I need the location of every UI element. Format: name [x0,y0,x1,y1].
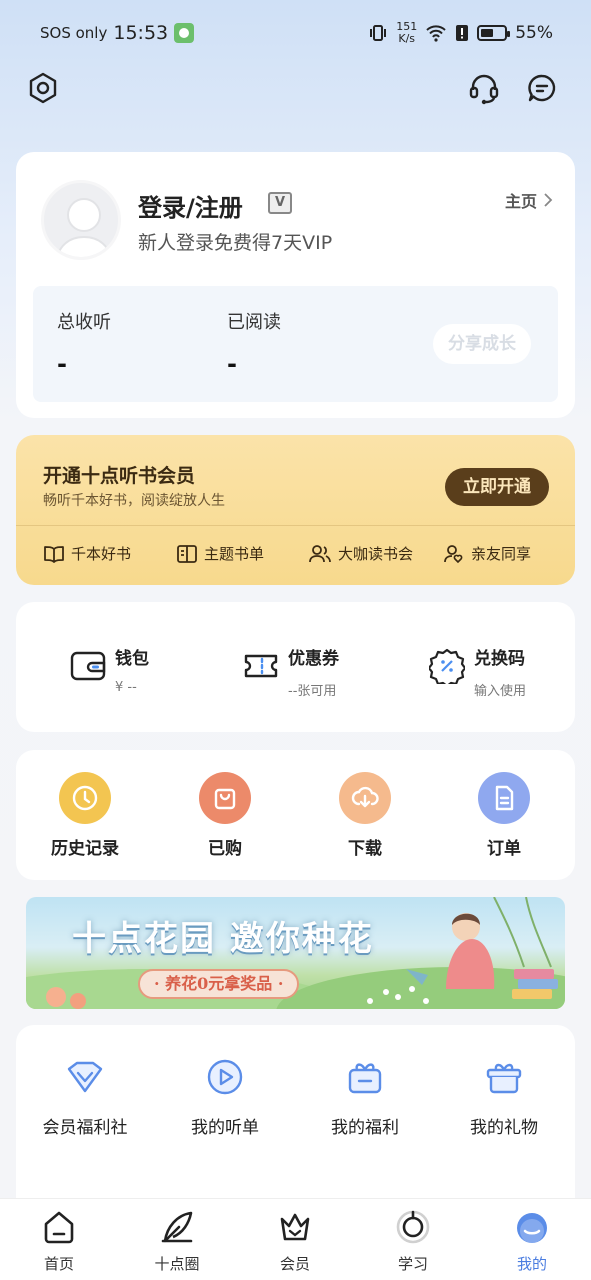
read-label: 已阅读 [227,312,281,333]
gift-box-icon [348,1063,382,1094]
nav-study[interactable]: 学习 [373,1209,453,1274]
history-button[interactable]: 历史记录 [35,772,135,859]
vip-subtitle: 畅听千本好书，阅读绽放人生 [43,493,225,509]
app-notification-icon [174,23,195,43]
vip-feature-family-share[interactable]: 亲友同享 [443,543,531,564]
nav-me[interactable]: 我的 [492,1209,572,1274]
share-growth-button[interactable]: 分享成长 [433,324,531,364]
total-listen-value: - [57,350,67,378]
carrier-text: SOS only [40,24,108,42]
battery-percent: 55% [515,23,553,43]
my-benefits-button[interactable]: 我的福利 [300,1057,430,1138]
wifi-icon [426,25,446,42]
profile-icon [517,1213,547,1243]
banner-promo-pill: · 养花0元拿奖品 · [138,969,300,999]
family-share-icon [444,544,463,563]
vip-feature-bookclub[interactable]: 大咖读书会 [308,543,413,564]
settings-icon[interactable] [25,70,61,106]
vip-card: 开通十点听书会员 畅听千本好书，阅读绽放人生 立即开通 千本好书 主题书单 大咖… [16,435,575,585]
feather-icon [161,1211,193,1243]
bottom-navigation: 首页 十点圈 会员 学习 我的 [0,1198,591,1280]
bag-icon [199,772,251,824]
diamond-icon [67,1061,103,1093]
alert-icon [456,25,469,41]
purchased-button[interactable]: 已购 [175,772,275,859]
clock: 15:53 [113,22,169,44]
services-card: 会员福利社 我的听单 我的福利 我的礼物 [16,1025,575,1225]
booklist-icon [177,544,197,563]
redeem-code-hint: 输入使用 [474,684,527,699]
activate-vip-button[interactable]: 立即开通 [445,468,549,506]
people-icon [309,544,331,562]
nav-home[interactable]: 首页 [19,1209,99,1274]
download-label: 下载 [348,839,382,859]
order-icon [478,772,530,824]
homepage-link[interactable]: 主页 [505,188,553,212]
download-button[interactable]: 下载 [315,772,415,859]
crown-icon [280,1213,310,1241]
coupon-count: --张可用 [288,684,337,699]
redeem-code-title: 兑换码 [474,649,525,669]
vip-badge-icon: V [268,192,292,214]
orders-button[interactable]: 订单 [454,772,554,859]
coupon-title: 优惠券 [288,649,339,669]
my-playlist-label: 我的听单 [191,1118,259,1138]
orders-label: 订单 [487,839,521,859]
divider [16,525,575,526]
vibrate-icon [370,25,387,41]
nav-vip[interactable]: 会员 [255,1209,335,1274]
purchased-label: 已购 [208,839,242,859]
play-circle-icon [207,1059,243,1095]
top-toolbar [0,70,591,110]
battery-icon [477,25,511,41]
vip-title: 开通十点听书会员 [43,465,196,487]
wallet-balance: ¥ -- [115,680,137,695]
login-promo-text: 新人登录免费得7天VIP [138,232,333,254]
vip-welfare-club-label: 会员福利社 [42,1118,128,1138]
avatar[interactable] [41,180,121,260]
homepage-label: 主页 [504,192,537,211]
study-icon [396,1210,430,1244]
login-register-link[interactable]: 登录/注册 [138,188,243,223]
clock-icon [59,772,111,824]
wallet-card: 钱包 ¥ -- 优惠券 --张可用 兑换码 输入使用 [16,602,575,732]
download-icon [339,772,391,824]
customer-service-icon[interactable] [466,70,502,106]
nav-study-label: 学习 [397,1255,428,1273]
total-listen-label: 总收听 [57,312,111,333]
my-playlist-button[interactable]: 我的听单 [160,1057,290,1138]
my-gifts-button[interactable]: 我的礼物 [439,1057,569,1138]
garden-promo-banner[interactable]: 十点花园 邀你种花 · 养花0元拿奖品 · [26,897,565,1009]
open-book-icon [44,545,64,563]
my-benefits-label: 我的福利 [331,1118,399,1138]
profile-card: 登录/注册 V 新人登录免费得7天VIP 主页 总收听 - 已阅读 - 分享成长 [16,152,575,418]
stats-panel: 总收听 - 已阅读 - 分享成长 [33,286,558,402]
nav-circle[interactable]: 十点圈 [137,1209,217,1274]
read-value: - [227,350,237,378]
nav-home-label: 首页 [43,1255,74,1273]
nav-circle-label: 十点圈 [154,1255,200,1273]
redeem-code-icon [429,648,465,684]
chevron-right-icon [544,193,553,207]
vip-feature-booklists[interactable]: 主题书单 [176,543,264,564]
net-speed: 151 K/s [396,20,418,45]
history-label: 历史记录 [51,839,119,859]
present-basket-icon [486,1063,522,1094]
home-icon [44,1211,74,1244]
vip-feature-books[interactable]: 千本好书 [43,543,131,564]
nav-me-label: 我的 [516,1255,547,1273]
wallet-title: 钱包 [115,649,149,669]
quick-actions-card: 历史记录 已购 下载 订单 [16,750,575,880]
status-bar: SOS only 15:53 151 K/s 55% [0,0,591,66]
message-icon[interactable] [524,70,560,106]
nav-vip-label: 会员 [279,1255,310,1273]
wallet-icon [70,651,106,681]
banner-title: 十点花园 邀你种花 [72,919,374,959]
my-gifts-label: 我的礼物 [470,1118,538,1138]
vip-welfare-club-button[interactable]: 会员福利社 [20,1057,150,1138]
coupon-icon [244,654,278,678]
